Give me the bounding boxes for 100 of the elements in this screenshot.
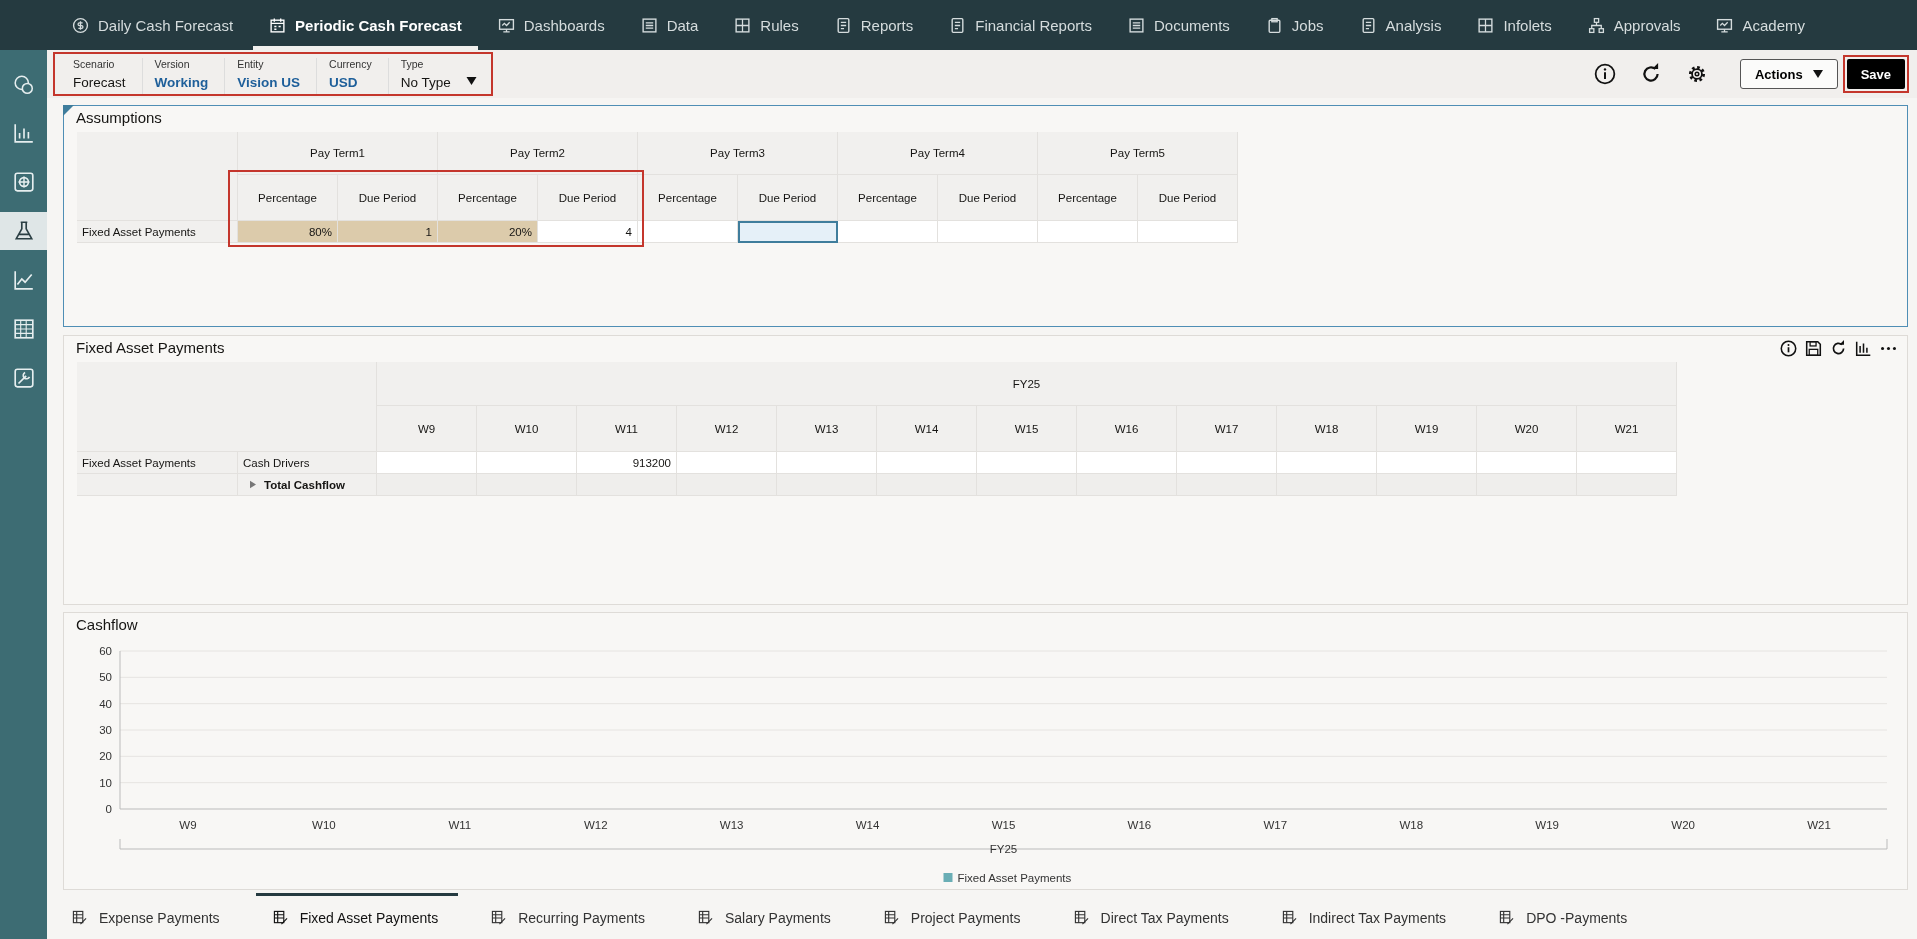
- dimension-value: Vision US: [237, 75, 301, 90]
- axis-tick-label: W19: [1535, 819, 1559, 831]
- column-header: W18: [1277, 406, 1377, 452]
- save-button[interactable]: Save: [1846, 59, 1905, 89]
- monitor-icon: [497, 16, 515, 34]
- column-header: Due Period: [738, 175, 838, 221]
- nav-tab[interactable]: Dashboards: [481, 0, 621, 50]
- form-tab[interactable]: Indirect Tax Payments: [1264, 893, 1467, 939]
- dimension-dropdown[interactable]: Type No Type: [388, 58, 485, 94]
- column-header: Percentage: [638, 175, 738, 221]
- sidebar-item-icon: [12, 73, 35, 95]
- axis-tick-label: 40: [99, 697, 112, 710]
- input-cell[interactable]: 20%: [438, 221, 538, 243]
- column-header: Due Period: [338, 175, 438, 221]
- nav-tab[interactable]: Financial Reports: [933, 0, 1108, 50]
- column-header: W11: [577, 406, 677, 452]
- column-header: W9: [377, 406, 477, 452]
- nav-tab[interactable]: Analysis: [1343, 0, 1458, 50]
- info-icon[interactable]: [1780, 340, 1797, 357]
- panel-title: Assumptions: [76, 108, 162, 128]
- nav-tab[interactable]: Jobs: [1249, 0, 1340, 50]
- column-header: FY25: [377, 362, 1677, 406]
- legend-label: Fixed Asset Payments: [957, 872, 1072, 884]
- nav-tab[interactable]: Approvals: [1571, 0, 1697, 50]
- dimension-value: No Type: [400, 75, 451, 90]
- dimension-selector[interactable]: Scenario Forecast: [61, 58, 143, 94]
- form-tab[interactable]: DPO -Payments: [1482, 893, 1648, 939]
- nav-tab[interactable]: Daily Cash Forecast: [56, 0, 250, 50]
- column-header: W17: [1177, 406, 1277, 452]
- form-tab[interactable]: Fixed Asset Payments: [255, 893, 459, 939]
- column-header: Percentage: [838, 175, 938, 221]
- form-tab[interactable]: Expense Payments: [55, 893, 240, 939]
- axis-tick-label: W15: [991, 819, 1016, 831]
- nav-tab[interactable]: Reports: [818, 0, 930, 50]
- document-icon: [834, 16, 852, 34]
- panel-title: Fixed Asset Payments: [76, 338, 225, 358]
- dimension-selector[interactable]: Currency USD: [317, 58, 389, 94]
- save-icon[interactable]: [1805, 340, 1822, 357]
- dimension-selector[interactable]: Version Working: [142, 58, 226, 94]
- column-header: W14: [877, 406, 977, 452]
- caret-icon: [465, 77, 477, 85]
- actions-button[interactable]: Actions: [1739, 59, 1838, 89]
- form-icon: [1499, 910, 1515, 925]
- axis-tick-label: W13: [719, 819, 744, 831]
- axis-tick-label: 20: [99, 750, 112, 763]
- axis-label: FY25: [989, 843, 1018, 855]
- column-header: W10: [477, 406, 577, 452]
- input-cell[interactable]: 4: [538, 221, 638, 243]
- expand-icon[interactable]: [250, 480, 256, 489]
- nav-tab[interactable]: Data: [624, 0, 715, 50]
- column-header: Pay Term3: [638, 132, 838, 175]
- dimension-label: Type: [400, 58, 425, 70]
- calendar-icon: [269, 16, 287, 34]
- dimension-label: Entity: [237, 58, 265, 70]
- grid-icon: [1477, 16, 1495, 34]
- grid-icon: [734, 16, 752, 34]
- form-icon: [697, 910, 713, 925]
- column-header: Percentage: [238, 175, 338, 221]
- axis-tick-label: 0: [105, 803, 112, 815]
- form-tab[interactable]: Project Payments: [866, 893, 1041, 939]
- input-cell[interactable]: 1: [338, 221, 438, 243]
- dimension-selector[interactable]: Entity Vision US: [225, 58, 318, 94]
- input-cell[interactable]: 80%: [238, 221, 338, 243]
- refresh-icon[interactable]: [1830, 340, 1847, 357]
- column-header: W19: [1377, 406, 1477, 452]
- row-header: Fixed Asset Payments: [77, 221, 238, 243]
- sidebar-item[interactable]: [0, 212, 47, 250]
- form-tab[interactable]: Salary Payments: [680, 893, 851, 939]
- monitor-icon: [1716, 16, 1734, 34]
- axis-tick-label: W18: [1399, 819, 1424, 831]
- form-tab[interactable]: Direct Tax Payments: [1056, 893, 1249, 939]
- nav-tab[interactable]: Rules: [718, 0, 815, 50]
- axis-tick-label: 50: [99, 671, 112, 684]
- column-header: W15: [977, 406, 1077, 452]
- column-header: Pay Term1: [238, 132, 438, 175]
- bar-chart-icon[interactable]: [1855, 340, 1872, 357]
- form-icon: [272, 910, 288, 925]
- dollar-icon: [72, 16, 89, 34]
- column-header: Percentage: [438, 175, 538, 221]
- nav-tab[interactable]: Academy: [1700, 0, 1821, 50]
- axis-tick-label: 60: [99, 645, 112, 657]
- dimension-label: Scenario: [73, 58, 116, 70]
- nav-tab[interactable]: Infolets: [1461, 0, 1568, 50]
- column-header: W21: [1577, 406, 1677, 452]
- dimension-value: Forecast: [73, 75, 126, 90]
- row-header: Fixed Asset Payments: [77, 452, 238, 474]
- hierarchy-icon: [1587, 16, 1605, 34]
- dimension-label: Version: [154, 58, 191, 70]
- column-header: W16: [1077, 406, 1177, 452]
- nav-tab[interactable]: Documents: [1111, 0, 1246, 50]
- column-header: Due Period: [1138, 175, 1238, 221]
- form-tab[interactable]: Recurring Payments: [474, 893, 665, 939]
- column-header: Pay Term4: [838, 132, 1038, 175]
- table-cell: 913200: [577, 452, 677, 474]
- axis-tick-label: 10: [99, 776, 112, 789]
- dimension-value: Working: [154, 75, 209, 90]
- column-header: Pay Term5: [1038, 132, 1238, 175]
- input-cell[interactable]: [738, 221, 838, 243]
- panel-title: Cashflow: [76, 615, 138, 635]
- info-icon[interactable]: [1593, 63, 1616, 85]
